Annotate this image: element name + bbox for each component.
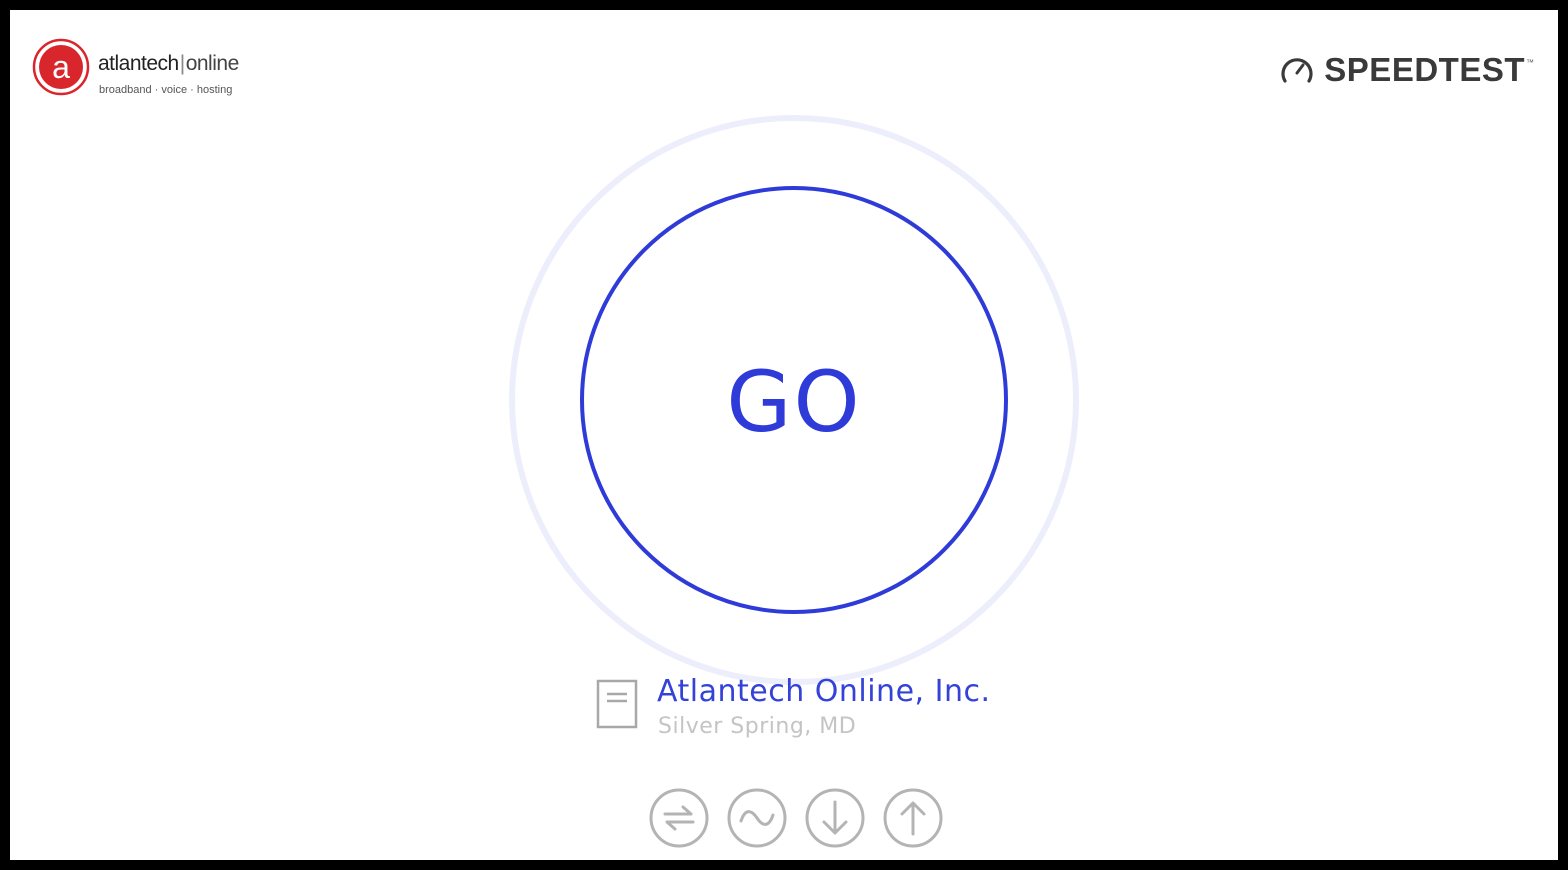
speedtest-wordmark: SPEEDTEST (1324, 51, 1525, 88)
server-icon (596, 679, 638, 729)
download-icon[interactable] (804, 787, 866, 849)
go-button[interactable]: GO (583, 189, 1005, 611)
server-name[interactable]: Atlantech Online, Inc. (657, 674, 991, 709)
jitter-icon[interactable] (726, 787, 788, 849)
brand-tagline: broadband · voice · hosting (99, 84, 233, 96)
trademark-symbol: ™ (1526, 58, 1534, 67)
brand-name: atlantech|online (98, 52, 239, 76)
brand-name-separator: | (179, 52, 185, 75)
brand-name-secondary: online (185, 52, 240, 75)
ping-icon[interactable] (648, 787, 710, 849)
go-label: GO (726, 353, 862, 451)
server-info[interactable]: Atlantech Online, Inc. Silver Spring, MD (595, 672, 1055, 742)
upload-icon[interactable] (882, 787, 944, 849)
go-button-area: GO (502, 108, 1086, 692)
brand-name-primary: atlantech (98, 52, 179, 75)
metric-icons (648, 787, 948, 851)
server-location: Silver Spring, MD (658, 714, 857, 739)
atlantech-logo-icon: a (32, 38, 90, 96)
speedtest-logo[interactable]: SPEEDTEST ™ (1278, 51, 1534, 88)
gauge-icon (1281, 58, 1313, 83)
app-window: a atlantech|online broadband · voice · h… (0, 0, 1568, 870)
logo-letter: a (52, 49, 70, 85)
